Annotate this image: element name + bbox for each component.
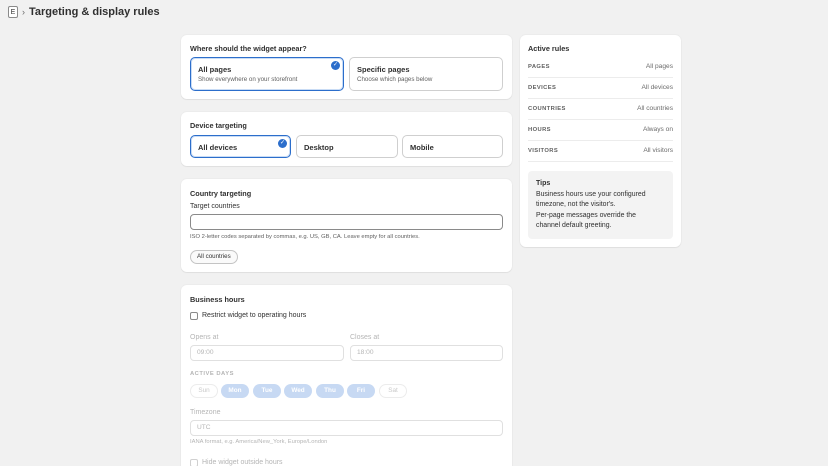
opens-at-label: Opens at — [190, 334, 219, 341]
active-days-row: Sun Mon Tue Wed Thu Fri Sat — [190, 384, 410, 398]
rule-key: DEVICES — [528, 85, 557, 91]
all-countries-chip[interactable]: All countries — [190, 250, 238, 264]
day-tue[interactable]: Tue — [253, 384, 281, 398]
rule-row-hours: HOURS Always on — [528, 120, 673, 141]
target-countries-input[interactable] — [190, 214, 503, 230]
business-hours-card-title: Business hours — [190, 295, 245, 304]
desktop-option-label: Desktop — [304, 143, 334, 152]
rule-value: All countries — [637, 105, 673, 112]
day-mon[interactable]: Mon — [221, 384, 249, 398]
active-days-label: ACTIVE DAYS — [190, 371, 234, 377]
pages-card: Where should the widget appear? All page… — [181, 35, 512, 99]
all-devices-option-label: All devices — [198, 143, 238, 152]
hide-outside-hours-label: Hide widget outside hours — [202, 459, 283, 466]
day-fri[interactable]: Fri — [347, 384, 375, 398]
all-pages-option-description: Show everywhere on your storefront — [198, 76, 298, 83]
rule-value: All devices — [641, 84, 673, 91]
tips-line: timezone, not the visitor's. — [536, 201, 616, 209]
breadcrumb-chevron-icon: › — [22, 7, 25, 17]
tips-line: channel default greeting. — [536, 221, 612, 229]
rule-key: HOURS — [528, 127, 551, 133]
rule-key: COUNTRIES — [528, 106, 566, 112]
day-wed[interactable]: Wed — [284, 384, 312, 398]
check-circle-icon: ✓ — [331, 61, 340, 70]
timezone-help: IANA format, e.g. America/New_York, Euro… — [190, 439, 328, 445]
check-circle-icon: ✓ — [278, 139, 287, 148]
opens-at-input[interactable]: 09:00 — [190, 345, 344, 361]
rule-value: All visitors — [643, 147, 673, 154]
business-hours-card: Business hours Restrict widget to operat… — [181, 285, 512, 466]
desktop-option[interactable]: Desktop — [296, 135, 398, 158]
hide-outside-hours-checkbox[interactable] — [190, 459, 198, 466]
closes-at-label: Closes at — [350, 334, 380, 341]
pages-card-title: Where should the widget appear? — [190, 44, 307, 53]
rule-value: Always on — [642, 126, 673, 133]
page-title: Targeting & display rules — [29, 6, 160, 18]
country-card-title: Country targeting — [190, 189, 252, 198]
rule-row-countries: COUNTRIES All countries — [528, 99, 673, 120]
rule-key: VISITORS — [528, 148, 559, 154]
rule-row-pages: PAGES All pages — [528, 57, 673, 78]
rule-row-visitors: VISITORS All visitors — [528, 141, 673, 162]
day-sat[interactable]: Sat — [379, 384, 407, 398]
day-sun[interactable]: Sun — [190, 384, 218, 398]
tips-box: Tips Business hours use your configured … — [528, 171, 673, 239]
restrict-hours-label: Restrict widget to operating hours — [202, 312, 307, 319]
top-bar: E › Targeting & display rules — [8, 5, 160, 19]
specific-pages-option[interactable]: Specific pages Choose which pages below — [349, 57, 503, 91]
tips-title: Tips — [536, 180, 551, 187]
rule-key: PAGES — [528, 64, 550, 70]
specific-pages-option-label: Specific pages — [357, 65, 410, 74]
timezone-input[interactable]: UTC — [190, 420, 503, 436]
restrict-hours-checkbox[interactable] — [190, 312, 198, 320]
mobile-option-label: Mobile — [410, 143, 434, 152]
mobile-option[interactable]: Mobile — [402, 135, 503, 158]
active-rules-title: Active rules — [528, 44, 570, 53]
active-rules-card: Active rules PAGES All pages DEVICES All… — [520, 35, 681, 247]
tips-line: Business hours use your configured — [536, 191, 646, 198]
tips-line: Per-page messages override the — [536, 211, 636, 219]
timezone-label: Timezone — [190, 409, 221, 416]
all-pages-option-label: All pages — [198, 65, 232, 74]
specific-pages-option-description: Choose which pages below — [357, 76, 433, 83]
country-card: Country targeting Target countries ISO 2… — [181, 179, 512, 272]
rule-row-devices: DEVICES All devices — [528, 78, 673, 99]
rule-value: All pages — [645, 63, 673, 70]
target-countries-label: Target countries — [190, 203, 240, 210]
device-card-title: Device targeting — [190, 121, 247, 130]
closes-at-input[interactable]: 18:00 — [350, 345, 503, 361]
device-card: Device targeting All devices ✓ Desktop M… — [181, 112, 512, 166]
day-thu[interactable]: Thu — [316, 384, 344, 398]
all-devices-option[interactable]: All devices ✓ — [190, 135, 291, 158]
target-countries-help: ISO 2-letter codes separated by commas, … — [190, 234, 420, 240]
app-icon[interactable]: E — [8, 6, 18, 18]
all-pages-option[interactable]: All pages Show everywhere on your storef… — [190, 57, 344, 91]
